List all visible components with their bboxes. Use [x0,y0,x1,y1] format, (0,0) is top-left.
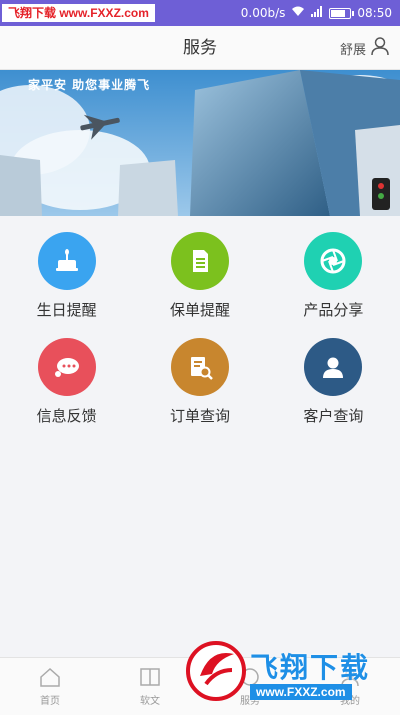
service-label: 保单提醒 [169,301,230,319]
service-label: 生日提醒 [36,301,97,319]
network-speed: 0.00b/s [240,6,286,20]
aperture-icon [304,232,363,290]
service-grid: 生日提醒 保单提醒 产品分享 信息反馈 订单查询 客户查询 [0,232,400,426]
service-customer-query[interactable]: 客户查询 [267,338,400,426]
home-icon [39,667,61,690]
birthday-cake-icon [37,232,96,290]
service-policy-reminder[interactable]: 保单提醒 [133,232,266,320]
document-icon [170,232,229,290]
service-label: 信息反馈 [36,407,97,425]
watermark-text: 飞翔下载 [250,651,371,684]
chat-bubble-icon [37,338,96,396]
nav-label: 软文 [140,695,160,707]
user-menu[interactable]: 舒展 [340,26,390,70]
banner-image[interactable]: 家平安 助您事业腾飞 [0,70,400,216]
battery-icon [329,7,355,19]
nav-label: 首页 [40,695,60,707]
wifi-icon [291,6,305,20]
watermark-bottom: 飞翔下载 www.FXXZ.com [186,638,390,704]
app-header: 服务 舒展 [0,26,400,70]
service-order-query[interactable]: 订单查询 [133,338,266,426]
clock: 08:50 [357,6,392,20]
user-icon [304,338,363,396]
watermark-top: 飞翔下载 www.FXXZ.com [2,4,155,22]
service-label: 客户查询 [303,407,364,425]
service-birthday-reminder[interactable]: 生日提醒 [0,232,133,320]
service-feedback[interactable]: 信息反馈 [0,338,133,426]
user-name: 舒展 [339,42,366,58]
banner-caption: 家平安 助您事业腾飞 [28,78,151,92]
service-product-share[interactable]: 产品分享 [267,232,400,320]
watermark-logo-icon [186,641,246,701]
signal-icon [311,6,323,20]
user-icon [370,36,390,60]
order-search-icon [170,338,229,396]
status-bar: 飞翔下载 www.FXXZ.com 0.00b/s 08:50 [0,0,400,26]
watermark-url: www.FXXZ.com [250,684,352,700]
service-label: 产品分享 [303,301,364,319]
nav-articles[interactable]: 软文 [100,658,200,715]
status-indicators: 0.00b/s 08:50 [241,6,400,20]
service-label: 订单查询 [169,407,230,425]
nav-home[interactable]: 首页 [0,658,100,715]
book-icon [139,667,161,690]
